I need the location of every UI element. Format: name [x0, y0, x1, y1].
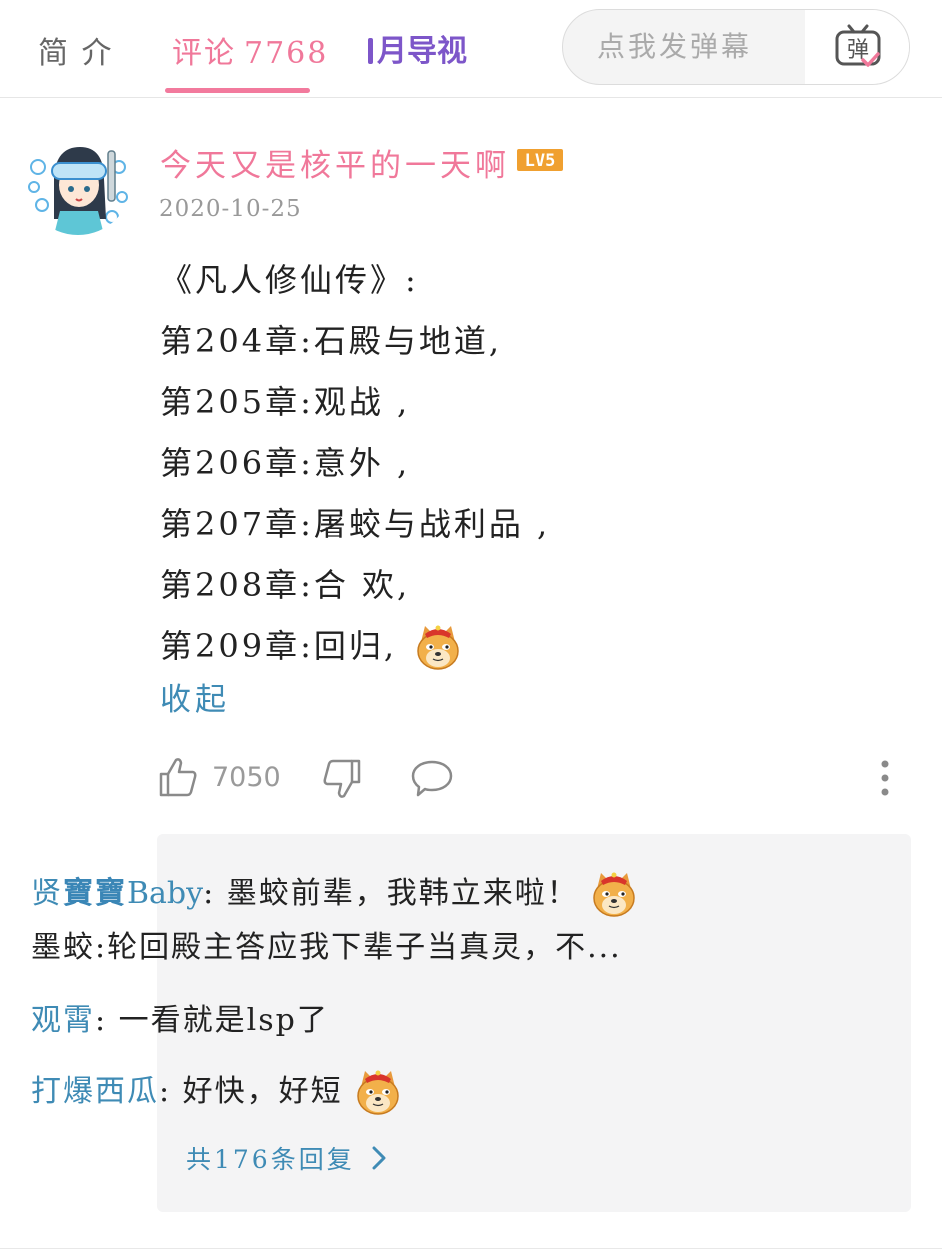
- chevron-right-icon: [372, 1146, 386, 1170]
- danmaku-tv-glyph: 弹: [847, 38, 869, 63]
- reply-author-prefix[interactable]: 贤: [31, 868, 63, 920]
- top-tab-bar: 简 介 评论 7768 月导视 点我发弹幕 弹: [0, 0, 942, 98]
- doge-emoji: [356, 1070, 399, 1115]
- reply-item[interactable]: 打爆西瓜: 好快，好短: [31, 1066, 403, 1118]
- view-all-replies-link[interactable]: 共176条回复: [186, 1140, 389, 1176]
- collapse-link[interactable]: 收起: [160, 674, 230, 719]
- bottom-divider: [0, 1248, 942, 1249]
- danmaku-toggle-button[interactable]: 弹: [805, 10, 909, 84]
- comment-line-text: 第205章:观战 ,: [160, 383, 411, 421]
- doge-emoji: [417, 625, 459, 670]
- comment-line: 第207章:屠蛟与战利品 ,: [160, 494, 920, 555]
- reply-author-latin[interactable]: Baby: [127, 868, 203, 920]
- tab-comments-label: 评论: [172, 36, 236, 71]
- tab-comments[interactable]: 评论 7768: [172, 28, 328, 72]
- comment-line-text: 《凡人修仙传》:: [160, 261, 419, 299]
- reply-author[interactable]: 观霄: [31, 995, 95, 1047]
- tab-guide[interactable]: 月导视: [368, 26, 467, 70]
- comment-line-text: 第207章:屠蛟与战利品 ,: [160, 505, 551, 543]
- comment-line: 第206章:意外 ,: [160, 433, 920, 494]
- comment-line: 《凡人修仙传》:: [160, 250, 920, 311]
- reply-text: : 一看就是lsp了: [95, 1003, 329, 1038]
- comment-line: 第205章:观战 ,: [160, 372, 920, 433]
- tab-comments-count: 7768: [244, 36, 329, 71]
- danmaku-input[interactable]: 点我发弹幕: [563, 10, 803, 84]
- comment-line-text: 第204章:石殿与地道,: [160, 322, 503, 360]
- avatar[interactable]: [24, 127, 132, 235]
- danmaku-tv-icon: 弹: [835, 24, 881, 67]
- comment-date: 2020-10-25: [159, 196, 302, 222]
- guide-logo-bar: [368, 38, 373, 64]
- doge-emoji: [593, 872, 635, 917]
- reply-text-continued: 墨蛟:轮回殿主答应我下辈子当真灵，不...: [31, 922, 622, 974]
- tab-intro[interactable]: 简 介: [38, 28, 114, 72]
- reply-icon[interactable]: [411, 758, 453, 798]
- reply-text: : 墨蛟前辈，我韩立来啦！: [203, 876, 579, 911]
- comment-line: 第208章:合 欢,: [160, 555, 920, 616]
- reply-author[interactable]: 打爆西瓜: [31, 1066, 159, 1118]
- comment-line-text: 第208章:合 欢,: [160, 566, 411, 604]
- comment-actions: 7050: [158, 754, 898, 802]
- reply-text: : 好快，好短: [159, 1074, 343, 1109]
- comment-body: 《凡人修仙传》: 第204章:石殿与地道, 第205章:观战 , 第206章:意…: [160, 250, 920, 677]
- more-icon[interactable]: [870, 758, 900, 798]
- reply-item[interactable]: 贤寶寶 Baby: 墨蛟前辈，我韩立来啦！: [31, 868, 639, 920]
- dislike-icon[interactable]: [322, 758, 362, 800]
- active-tab-indicator: [165, 88, 310, 93]
- level-badge: LV5: [517, 149, 563, 171]
- view-all-replies-label: 共176条回复: [186, 1145, 355, 1174]
- level-badge-text: LV5: [525, 151, 556, 171]
- like-count: 7050: [212, 762, 281, 793]
- comment-line: 第209章:回归,: [160, 616, 920, 677]
- reply-author-bold[interactable]: 寶寶: [63, 868, 127, 920]
- comment-username[interactable]: 今天又是核平的一天啊: [160, 140, 510, 185]
- comment-line-text: 第209章:回归,: [160, 627, 398, 665]
- danmaku-bar: 点我发弹幕 弹: [562, 9, 910, 85]
- comment-line: 第204章:石殿与地道,: [160, 311, 920, 372]
- comment-line-text: 第206章:意外 ,: [160, 444, 411, 482]
- tab-guide-label: 月导视: [377, 34, 467, 69]
- reply-item[interactable]: 观霄: 一看就是lsp了: [31, 995, 329, 1047]
- like-icon[interactable]: [158, 756, 198, 798]
- avatar-image: [24, 127, 132, 235]
- reply-text-line2: 墨蛟:轮回殿主答应我下辈子当真灵，不...: [31, 930, 622, 965]
